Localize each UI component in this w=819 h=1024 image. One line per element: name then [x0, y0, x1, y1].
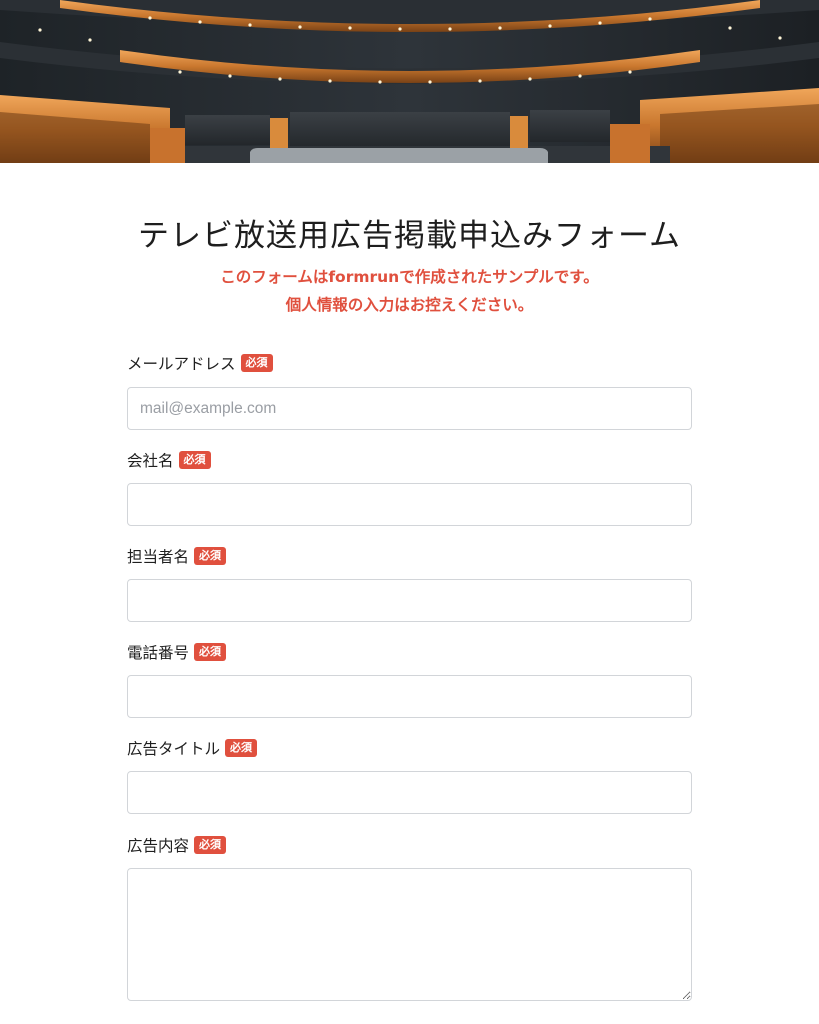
- ad-title-label-text: 広告タイトル: [127, 740, 221, 758]
- ad-content-label-text: 広告内容: [127, 837, 190, 855]
- email-label-text: メールアドレス: [127, 355, 236, 373]
- phone-label: 電話番号 必須: [127, 641, 227, 663]
- required-badge: 必須: [194, 836, 227, 854]
- email-field[interactable]: [127, 387, 692, 430]
- company-label-text: 会社名: [127, 452, 174, 470]
- email-label: メールアドレス 必須: [127, 352, 273, 374]
- ad-content-textarea[interactable]: [127, 868, 692, 1001]
- contact-person-label-text: 担当者名: [127, 548, 190, 566]
- contact-person-label: 担当者名 必須: [127, 545, 227, 567]
- sample-notice-line-1: このフォームはformrunで作成されたサンプルです。: [220, 268, 599, 286]
- contact-person-field[interactable]: [127, 579, 692, 622]
- required-badge: 必須: [240, 354, 273, 372]
- required-badge: 必須: [194, 643, 227, 661]
- form-page: テレビ放送用広告掲載申込みフォーム このフォームはformrunで作成されたサン…: [0, 0, 819, 1024]
- ad-content-label: 広告内容 必須: [127, 834, 227, 856]
- phone-label-text: 電話番号: [127, 644, 190, 662]
- ad-title-field[interactable]: [127, 771, 692, 814]
- phone-field[interactable]: [127, 675, 692, 718]
- required-badge: 必須: [225, 739, 258, 757]
- header-hall-image: [0, 0, 819, 163]
- company-name-field[interactable]: [127, 483, 692, 526]
- ad-title-label: 広告タイトル 必須: [127, 737, 258, 759]
- required-badge: 必須: [194, 547, 227, 565]
- required-badge: 必須: [178, 451, 211, 469]
- sample-notice-line-2: 個人情報の入力はお控えください。: [285, 296, 534, 314]
- form-title: テレビ放送用広告掲載申込みフォーム: [137, 218, 682, 254]
- concert-hall-image: [0, 0, 819, 163]
- company-label: 会社名 必須: [127, 449, 211, 471]
